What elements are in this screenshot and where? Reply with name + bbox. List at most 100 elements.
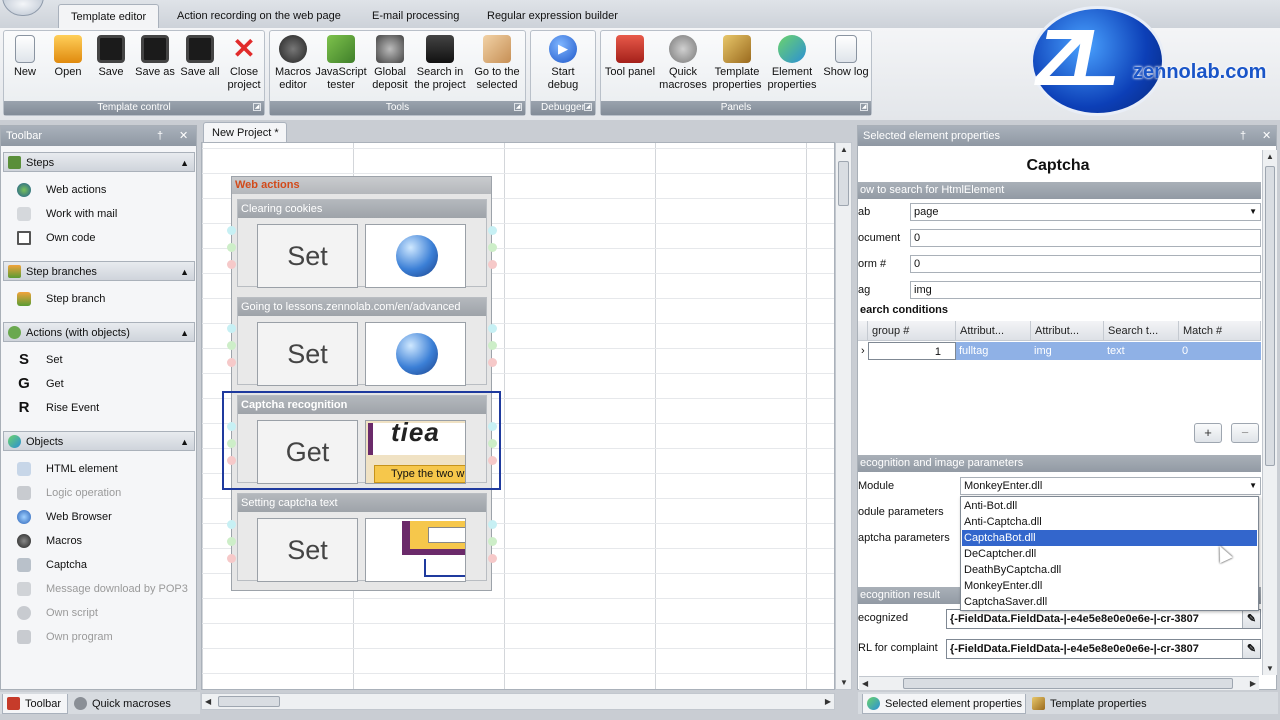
javascript-tester-button[interactable]: JavaScript tester	[315, 33, 367, 101]
canvas-horizontal-scrollbar[interactable]: ◀ ▶	[201, 693, 835, 710]
go-to-selected-button[interactable]: Go to the selected	[470, 33, 524, 101]
module-select[interactable]: MonkeyEnter.dll ▼	[960, 477, 1261, 495]
add-condition-button[interactable]: +	[1194, 423, 1222, 443]
remove-condition-button[interactable]: −	[1231, 423, 1259, 443]
quick-macroses-button[interactable]: Quick macroses	[658, 33, 708, 101]
show-log-button[interactable]: Show log	[821, 33, 871, 101]
module-dropdown-list[interactable]: Anti-Bot.dll Anti-Captcha.dll CaptchaBot…	[960, 496, 1259, 611]
pencil-icon[interactable]: ✎	[1242, 640, 1260, 658]
close-project-button[interactable]: ✕ Close project	[224, 33, 264, 101]
toolbar-item-captcha[interactable]: Captcha	[17, 555, 87, 575]
pencil-icon[interactable]: ✎	[1242, 610, 1260, 628]
grid-header-match[interactable]: Match #	[1179, 321, 1261, 341]
scroll-thumb[interactable]	[218, 696, 280, 707]
toolbar-item-rise-event[interactable]: R Rise Event	[17, 398, 100, 418]
close-icon[interactable]: ✕	[179, 126, 188, 146]
scroll-thumb[interactable]	[838, 161, 849, 206]
properties-vertical-scrollbar[interactable]: ▲ ▼	[1262, 150, 1277, 675]
category-recognition[interactable]: ecognition and image parameters	[858, 455, 1261, 472]
section-objects[interactable]: Objects ▲	[3, 431, 195, 451]
toolbar-item-step-branch[interactable]: Step branch	[17, 289, 105, 309]
section-step-branches[interactable]: Step branches ▲	[3, 261, 195, 281]
chevron-down-icon[interactable]: ▼	[1249, 204, 1257, 220]
grid-header-group[interactable]: group #	[868, 321, 956, 341]
toolbar-item-web-actions[interactable]: Web actions	[17, 180, 106, 200]
step-clearing-cookies[interactable]: Clearing cookies Set	[237, 199, 487, 288]
scroll-thumb[interactable]	[903, 678, 1233, 689]
start-debug-button[interactable]: ▶ Start debug	[535, 33, 591, 101]
grid-header-attr2[interactable]: Attribut...	[1031, 321, 1104, 341]
group-stepper[interactable]: 1	[868, 342, 956, 360]
cell-attr2[interactable]: img	[1031, 342, 1104, 360]
option-captchabot[interactable]: CaptchaBot.dll	[962, 530, 1257, 546]
action-set-box[interactable]: Set	[257, 518, 358, 582]
tab-toolbar[interactable]: Toolbar	[2, 694, 68, 714]
section-steps[interactable]: Steps ▲	[3, 152, 195, 172]
scroll-right-icon[interactable]: ▶	[1250, 679, 1256, 688]
document-field[interactable]: 0	[910, 229, 1261, 247]
canvas-vertical-scrollbar[interactable]: ▲ ▼	[835, 142, 852, 690]
option-monkeyenter[interactable]: MonkeyEnter.dll	[962, 578, 1257, 594]
cell-search-type[interactable]: text	[1104, 342, 1179, 360]
pin-icon[interactable]: †	[157, 126, 163, 146]
grid-header-attr1[interactable]: Attribut...	[956, 321, 1031, 341]
group-launcher-icon[interactable]: ◢	[860, 103, 868, 111]
new-button[interactable]: New	[7, 33, 43, 101]
tab-template-editor[interactable]: Template editor	[58, 4, 160, 28]
group-launcher-icon[interactable]: ◢	[514, 103, 522, 111]
step-going-to-lessons[interactable]: Going to lessons.zennolab.com/en/advance…	[237, 297, 487, 386]
scroll-left-icon[interactable]: ◀	[205, 697, 211, 706]
option-captchasaver[interactable]: CaptchaSaver.dll	[962, 594, 1257, 610]
web-actions-block[interactable]: Web actions Clearing cookies Set Going t…	[231, 176, 492, 591]
scroll-left-icon[interactable]: ◀	[862, 679, 868, 688]
option-anti-captcha[interactable]: Anti-Captcha.dll	[962, 514, 1257, 530]
action-set-box[interactable]: Set	[257, 322, 358, 386]
template-properties-button[interactable]: Template properties	[711, 33, 763, 101]
toolbar-item-own-code[interactable]: Own code	[17, 228, 96, 248]
scroll-thumb[interactable]	[1265, 166, 1275, 466]
option-deathbycaptcha[interactable]: DeathByCaptcha.dll	[962, 562, 1257, 578]
collapse-icon[interactable]: ▲	[180, 432, 189, 452]
element-properties-button[interactable]: Element properties	[766, 33, 818, 101]
collapse-icon[interactable]: ▲	[180, 323, 189, 343]
document-tab-new-project[interactable]: New Project *	[203, 122, 287, 142]
toolbar-item-macros[interactable]: Macros	[17, 531, 82, 551]
scroll-down-icon[interactable]: ▼	[1266, 664, 1274, 673]
search-conditions-grid[interactable]: group # Attribut... Attribut... Search t…	[858, 321, 1261, 421]
tab-template-properties[interactable]: Template properties	[1028, 694, 1168, 714]
section-actions[interactable]: Actions (with objects) ▲	[3, 322, 195, 342]
toolbar-item-work-with-mail[interactable]: Work with mail	[17, 204, 117, 224]
scroll-up-icon[interactable]: ▲	[840, 145, 848, 154]
group-launcher-icon[interactable]: ◢	[253, 103, 261, 111]
grid-header-search-type[interactable]: Search t...	[1104, 321, 1179, 341]
pin-icon[interactable]: †	[1240, 126, 1246, 146]
collapse-icon[interactable]: ▲	[180, 153, 189, 173]
collapse-icon[interactable]: ▲	[180, 262, 189, 282]
macros-editor-button[interactable]: Macros editor	[272, 33, 314, 101]
step-setting-captcha-text[interactable]: Setting captcha text Set	[237, 493, 487, 582]
save-all-button[interactable]: Save all	[178, 33, 222, 101]
cell-match[interactable]: 0	[1179, 342, 1261, 360]
tag-field[interactable]: img	[910, 281, 1261, 299]
complaint-url-field[interactable]: {-FieldData.FieldData-|-e4e5e8e0e0e6e-|-…	[946, 639, 1261, 659]
cell-attr1[interactable]: fulltag	[956, 342, 1031, 360]
toolbar-item-get[interactable]: G Get	[17, 374, 64, 394]
scroll-right-icon[interactable]: ▶	[825, 697, 831, 706]
tab-field[interactable]: page ▼	[910, 203, 1261, 221]
scroll-up-icon[interactable]: ▲	[1266, 152, 1274, 161]
save-as-button[interactable]: Save as	[132, 33, 178, 101]
global-deposit-button[interactable]: Global deposit	[370, 33, 410, 101]
properties-horizontal-scrollbar[interactable]: ◀ ▶	[859, 676, 1259, 690]
option-anti-bot[interactable]: Anti-Bot.dll	[962, 498, 1257, 514]
toolbar-item-html-element[interactable]: HTML element	[17, 459, 118, 479]
tab-action-recording[interactable]: Action recording on the web page	[165, 4, 353, 28]
app-menu-button[interactable]	[2, 0, 44, 16]
recognized-field[interactable]: {-FieldData.FieldData-|-e4e5e8e0e0e6e-|-…	[946, 609, 1261, 629]
group-launcher-icon[interactable]: ◢	[584, 103, 592, 111]
search-project-button[interactable]: Search in the project	[413, 33, 467, 101]
close-icon[interactable]: ✕	[1262, 126, 1271, 146]
toolbar-item-web-browser[interactable]: Web Browser	[17, 507, 112, 527]
tab-quick-macroses[interactable]: Quick macroses	[70, 694, 195, 714]
action-set-box[interactable]: Set	[257, 224, 358, 288]
tab-regex-builder[interactable]: Regular expression builder	[475, 4, 630, 28]
